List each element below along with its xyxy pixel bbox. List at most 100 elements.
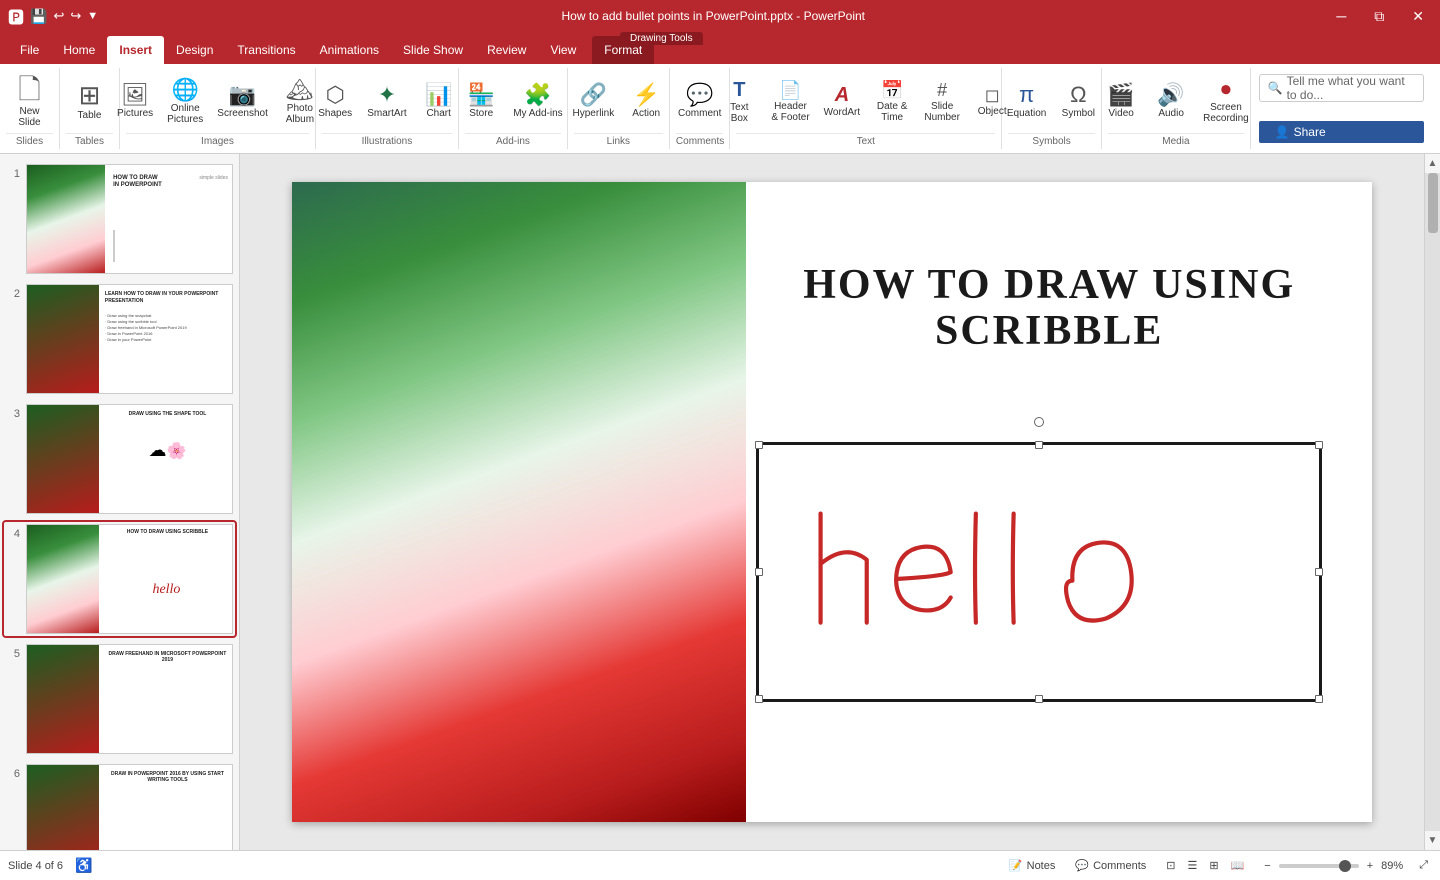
ribbon-group-text: T TextBox 📄 Header& Footer A WordArt 📅 D…: [730, 68, 1002, 149]
comments-group-label: Comments: [676, 133, 724, 147]
slide-thumb-2[interactable]: 2 LEARN HOW TO DRAW IN YOUR POWERPOINT P…: [4, 282, 235, 396]
smartart-button[interactable]: ✦ SmartArt: [361, 81, 412, 122]
handle-bm[interactable]: [1035, 695, 1043, 703]
normal-view-button[interactable]: ⊡: [1162, 857, 1179, 874]
new-slide-icon: 🗋: [18, 76, 41, 104]
slide-thumb-6[interactable]: 6 DRAW IN POWERPOINT 2016 BY USING START…: [4, 762, 235, 850]
header-footer-icon: 📄: [779, 81, 801, 99]
handle-tm[interactable]: [1035, 441, 1043, 449]
slide-preview-1: HOW TO DRAWIN POWERPOINT simple slides: [26, 164, 233, 274]
slide-thumb-4[interactable]: 4 HOW TO DRAW USING SCRIBBLE hello: [4, 522, 235, 636]
scroll-down-button[interactable]: ▼: [1424, 831, 1440, 850]
wordart-button[interactable]: A WordArt: [818, 82, 867, 121]
slide-number-button[interactable]: # SlideNumber: [918, 78, 966, 126]
chart-button[interactable]: 📊 Chart: [415, 81, 463, 122]
audio-button[interactable]: 🔊 Audio: [1147, 81, 1195, 122]
save-icon[interactable]: 💾: [30, 8, 47, 25]
fit-slide-button[interactable]: ⤢: [1415, 857, 1432, 874]
tab-view[interactable]: View: [538, 36, 588, 64]
tab-review[interactable]: Review: [475, 36, 538, 64]
pictures-button[interactable]: 🖼 Pictures: [111, 81, 159, 122]
slide-thumb-3[interactable]: 3 DRAW USING THE SHAPE TOOL ☁ 🌸: [4, 402, 235, 516]
screen-recording-button[interactable]: ⏺ ScreenRecording: [1197, 77, 1255, 127]
wordart-icon: A: [835, 85, 849, 105]
symbol-button[interactable]: Ω Symbol: [1054, 81, 1102, 122]
comments-button[interactable]: 💬 Comments: [1071, 857, 1150, 874]
title-bar-title: How to add bullet points in PowerPoint.p…: [98, 9, 1328, 23]
tab-transitions[interactable]: Transitions: [225, 36, 307, 64]
handle-ml[interactable]: [755, 568, 763, 576]
tab-design[interactable]: Design: [164, 36, 225, 64]
zoom-slider[interactable]: [1279, 864, 1359, 868]
scroll-thumb[interactable]: [1428, 173, 1438, 233]
slide-num-3: 3: [6, 404, 20, 420]
tab-animations[interactable]: Animations: [308, 36, 391, 64]
hyperlink-button[interactable]: 🔗 Hyperlink: [567, 81, 621, 122]
handle-br[interactable]: [1315, 695, 1323, 703]
rotation-handle[interactable]: [1034, 417, 1044, 427]
scroll-up-button[interactable]: ▲: [1424, 154, 1440, 173]
ribbon-group-addins: 🏪 Store 🧩 My Add-ins Add-ins: [459, 68, 568, 149]
hello-scribble-svg: [787, 458, 1291, 687]
outline-view-button[interactable]: ☰: [1183, 857, 1201, 874]
action-button[interactable]: ⚡ Action: [622, 81, 670, 122]
store-button[interactable]: 🏪 Store: [457, 81, 505, 122]
screenshot-button[interactable]: 📷 Screenshot: [211, 81, 274, 122]
my-addins-button[interactable]: 🧩 My Add-ins: [507, 81, 568, 122]
comment-icon: 💬: [686, 84, 713, 106]
scroll-track[interactable]: [1425, 173, 1440, 831]
redo-icon[interactable]: ↪: [70, 8, 81, 24]
tab-file[interactable]: File: [8, 36, 51, 64]
minimize-button[interactable]: ─: [1328, 8, 1354, 25]
handle-mr[interactable]: [1315, 568, 1323, 576]
reading-view-button[interactable]: 📖: [1227, 857, 1249, 874]
slide-panel: 1 HOW TO DRAWIN POWERPOINT simple slides…: [0, 154, 240, 850]
shapes-button[interactable]: ⬡ Shapes: [311, 81, 359, 122]
restore-button[interactable]: ⧉: [1366, 8, 1392, 25]
table-button[interactable]: ⊞ Table: [64, 78, 116, 125]
slide-info: Slide 4 of 6: [8, 860, 63, 872]
new-slide-button[interactable]: 🗋 NewSlide: [4, 72, 56, 132]
accessibility-icon[interactable]: ♿: [71, 855, 96, 876]
drawing-box[interactable]: [756, 442, 1322, 702]
ribbon-group-media: 🎬 Video 🔊 Audio ⏺ ScreenRecording Media: [1102, 68, 1250, 149]
powerpoint-icon: 🅿: [8, 4, 24, 28]
tab-home[interactable]: Home: [51, 36, 107, 64]
notes-label: Notes: [1027, 860, 1056, 872]
zoom-in-button[interactable]: +: [1363, 858, 1377, 874]
video-button[interactable]: 🎬 Video: [1097, 81, 1145, 122]
status-bar: Slide 4 of 6 ♿ 📝 Notes 💬 Comments ⊡ ☰ ⊞ …: [0, 850, 1440, 880]
slides-group-label: Slides: [6, 133, 53, 147]
zoom-controls: − + 89%: [1260, 858, 1403, 874]
slide-num-1: 1: [6, 164, 20, 180]
notes-button[interactable]: 📝 Notes: [1005, 857, 1059, 874]
slide-thumb-5[interactable]: 5 DRAW FREEHAND IN MICROSOFT POWERPOINT …: [4, 642, 235, 756]
customize-icon[interactable]: ▼: [87, 10, 98, 22]
zoom-out-button[interactable]: −: [1260, 858, 1274, 874]
screen-recording-icon: ⏺: [1221, 80, 1231, 100]
handle-tl[interactable]: [755, 441, 763, 449]
tab-slideshow[interactable]: Slide Show: [391, 36, 475, 64]
online-pictures-button[interactable]: 🌐 OnlinePictures: [161, 76, 209, 128]
header-footer-button[interactable]: 📄 Header& Footer: [765, 78, 815, 126]
textbox-button[interactable]: T TextBox: [715, 77, 763, 127]
search-box[interactable]: 🔍 Tell me what you want to do...: [1259, 74, 1424, 102]
handle-tr[interactable]: [1315, 441, 1323, 449]
canvas-area: HOW TO DRAW USING SCRIBBLE: [240, 154, 1424, 850]
status-left: Slide 4 of 6 ♿: [8, 855, 96, 876]
comments-icon: 💬: [1075, 859, 1089, 872]
slide-thumb-1[interactable]: 1 HOW TO DRAWIN POWERPOINT simple slides: [4, 162, 235, 276]
share-icon: 👤: [1275, 125, 1290, 139]
share-button[interactable]: 👤 Share: [1259, 121, 1424, 143]
tab-insert[interactable]: Insert: [107, 36, 164, 64]
equation-button[interactable]: π Equation: [1001, 81, 1052, 122]
undo-icon[interactable]: ↩: [53, 8, 64, 24]
title-bar: 🅿 💾 ↩ ↪ ▼ How to add bullet points in Po…: [0, 0, 1440, 32]
equation-icon: π: [1019, 84, 1034, 106]
slide-preview-5: DRAW FREEHAND IN MICROSOFT POWERPOINT 20…: [26, 644, 233, 754]
close-button[interactable]: ✕: [1404, 8, 1432, 25]
slide-sorter-button[interactable]: ⊞: [1205, 857, 1222, 874]
handle-bl[interactable]: [755, 695, 763, 703]
date-time-icon: 📅: [881, 81, 903, 99]
date-time-button[interactable]: 📅 Date &Time: [868, 78, 916, 126]
